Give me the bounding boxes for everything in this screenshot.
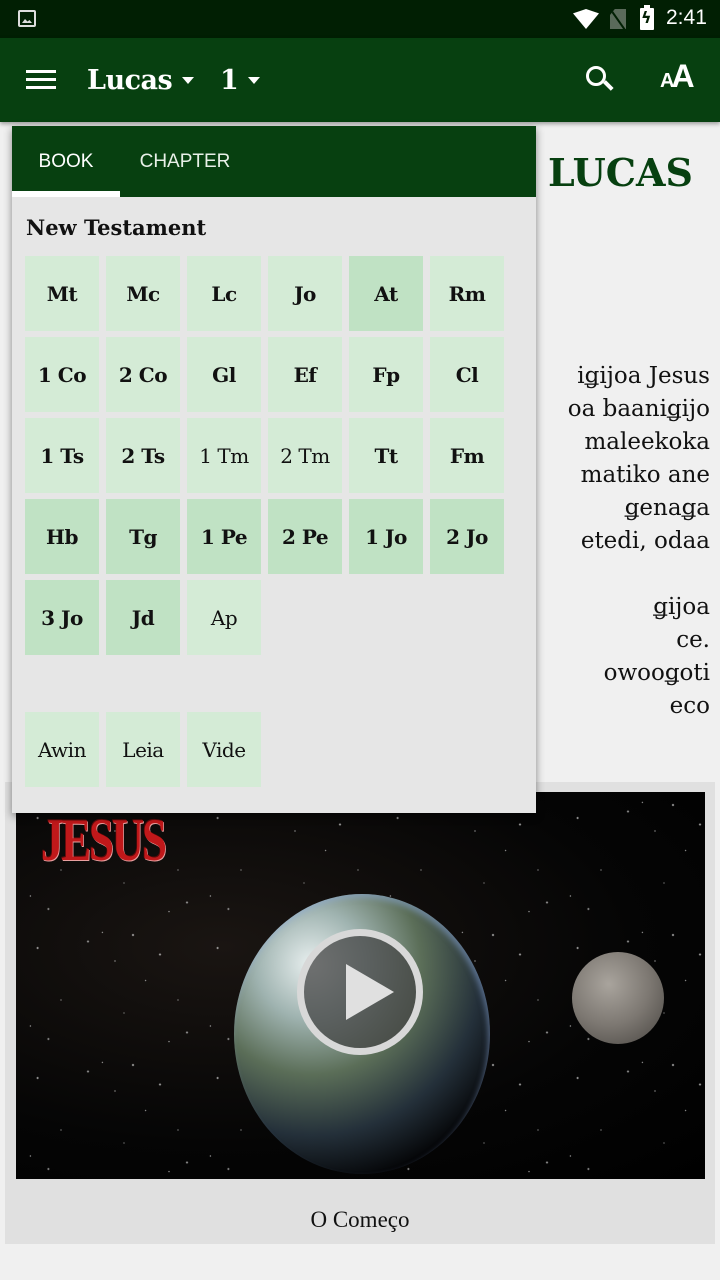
book-tile-1-tm[interactable]: 1 Tm (187, 418, 261, 493)
status-bar: 2:41 (0, 0, 720, 38)
book-name: Lucas (87, 64, 173, 96)
book-tile-vide[interactable]: Vide (187, 712, 261, 787)
book-tile-2-pe[interactable]: 2 Pe (268, 499, 342, 574)
video-card[interactable]: JESUS O Começo (5, 782, 715, 1244)
book-tile-jd[interactable]: Jd (106, 580, 180, 655)
testament-label: New Testament (26, 215, 207, 240)
image-notification-icon (18, 10, 36, 27)
chapter-selector[interactable]: 1 (220, 60, 261, 100)
book-tile-1-jo[interactable]: 1 Jo (349, 499, 423, 574)
book-tile-lc[interactable]: Lc (187, 256, 261, 331)
hamburger-menu-icon[interactable] (26, 68, 56, 92)
book-tile-hb[interactable]: Hb (25, 499, 99, 574)
book-tile-2-tm[interactable]: 2 Tm (268, 418, 342, 493)
book-tile-at[interactable]: At (349, 256, 423, 331)
book-heading: LUCAS (548, 150, 693, 195)
app-bar: Lucas 1 AA (0, 38, 720, 122)
book-tile-awin[interactable]: Awin (25, 712, 99, 787)
battery-charging-icon (640, 5, 654, 30)
no-sim-icon (610, 9, 626, 29)
book-tile-2-jo[interactable]: 2 Jo (430, 499, 504, 574)
book-tile-fm[interactable]: Fm (430, 418, 504, 493)
wifi-icon (573, 9, 599, 29)
dropdown-caret-icon (248, 76, 261, 84)
book-tile-2-ts[interactable]: 2 Ts (106, 418, 180, 493)
search-icon[interactable] (584, 64, 616, 96)
book-picker-popup: BOOK CHAPTER New Testament Mt Mc Lc Jo At Rm 1… (12, 126, 536, 813)
active-tab-indicator (12, 191, 120, 197)
book-tile-1-pe[interactable]: 1 Pe (187, 499, 261, 574)
book-tile-jo[interactable]: Jo (268, 256, 342, 331)
chapter-number: 1 (220, 64, 239, 96)
book-tile-leia[interactable]: Leia (106, 712, 180, 787)
video-title-overlay: JESUS (41, 807, 167, 873)
book-tile-1-co[interactable]: 1 Co (25, 337, 99, 412)
play-icon[interactable] (297, 929, 423, 1055)
book-tile-ef[interactable]: Ef (268, 337, 342, 412)
book-tile-3-jo[interactable]: 3 Jo (25, 580, 99, 655)
book-tile-gl[interactable]: Gl (187, 337, 261, 412)
book-tile-tg[interactable]: Tg (106, 499, 180, 574)
picker-tabs: BOOK CHAPTER (12, 126, 536, 197)
book-tile-mt[interactable]: Mt (25, 256, 99, 331)
book-tile-tt[interactable]: Tt (349, 418, 423, 493)
dropdown-caret-icon (182, 76, 195, 84)
book-tile-fp[interactable]: Fp (349, 337, 423, 412)
book-tile-rm[interactable]: Rm (430, 256, 504, 331)
video-thumbnail[interactable]: JESUS (16, 792, 705, 1179)
video-caption: O Começo (310, 1207, 410, 1232)
tab-book[interactable]: BOOK (12, 126, 120, 197)
book-tile-ap[interactable]: Ap (187, 580, 261, 655)
status-time: 2:41 (666, 6, 707, 29)
text-size-icon[interactable]: AA (660, 58, 695, 102)
book-tile-2-co[interactable]: 2 Co (106, 337, 180, 412)
tab-chapter[interactable]: CHAPTER (120, 126, 250, 197)
book-tile-mc[interactable]: Mc (106, 256, 180, 331)
book-tile-cl[interactable]: Cl (430, 337, 504, 412)
book-tile-1-ts[interactable]: 1 Ts (25, 418, 99, 493)
book-selector[interactable]: Lucas (87, 60, 195, 100)
moon-image (572, 952, 664, 1044)
